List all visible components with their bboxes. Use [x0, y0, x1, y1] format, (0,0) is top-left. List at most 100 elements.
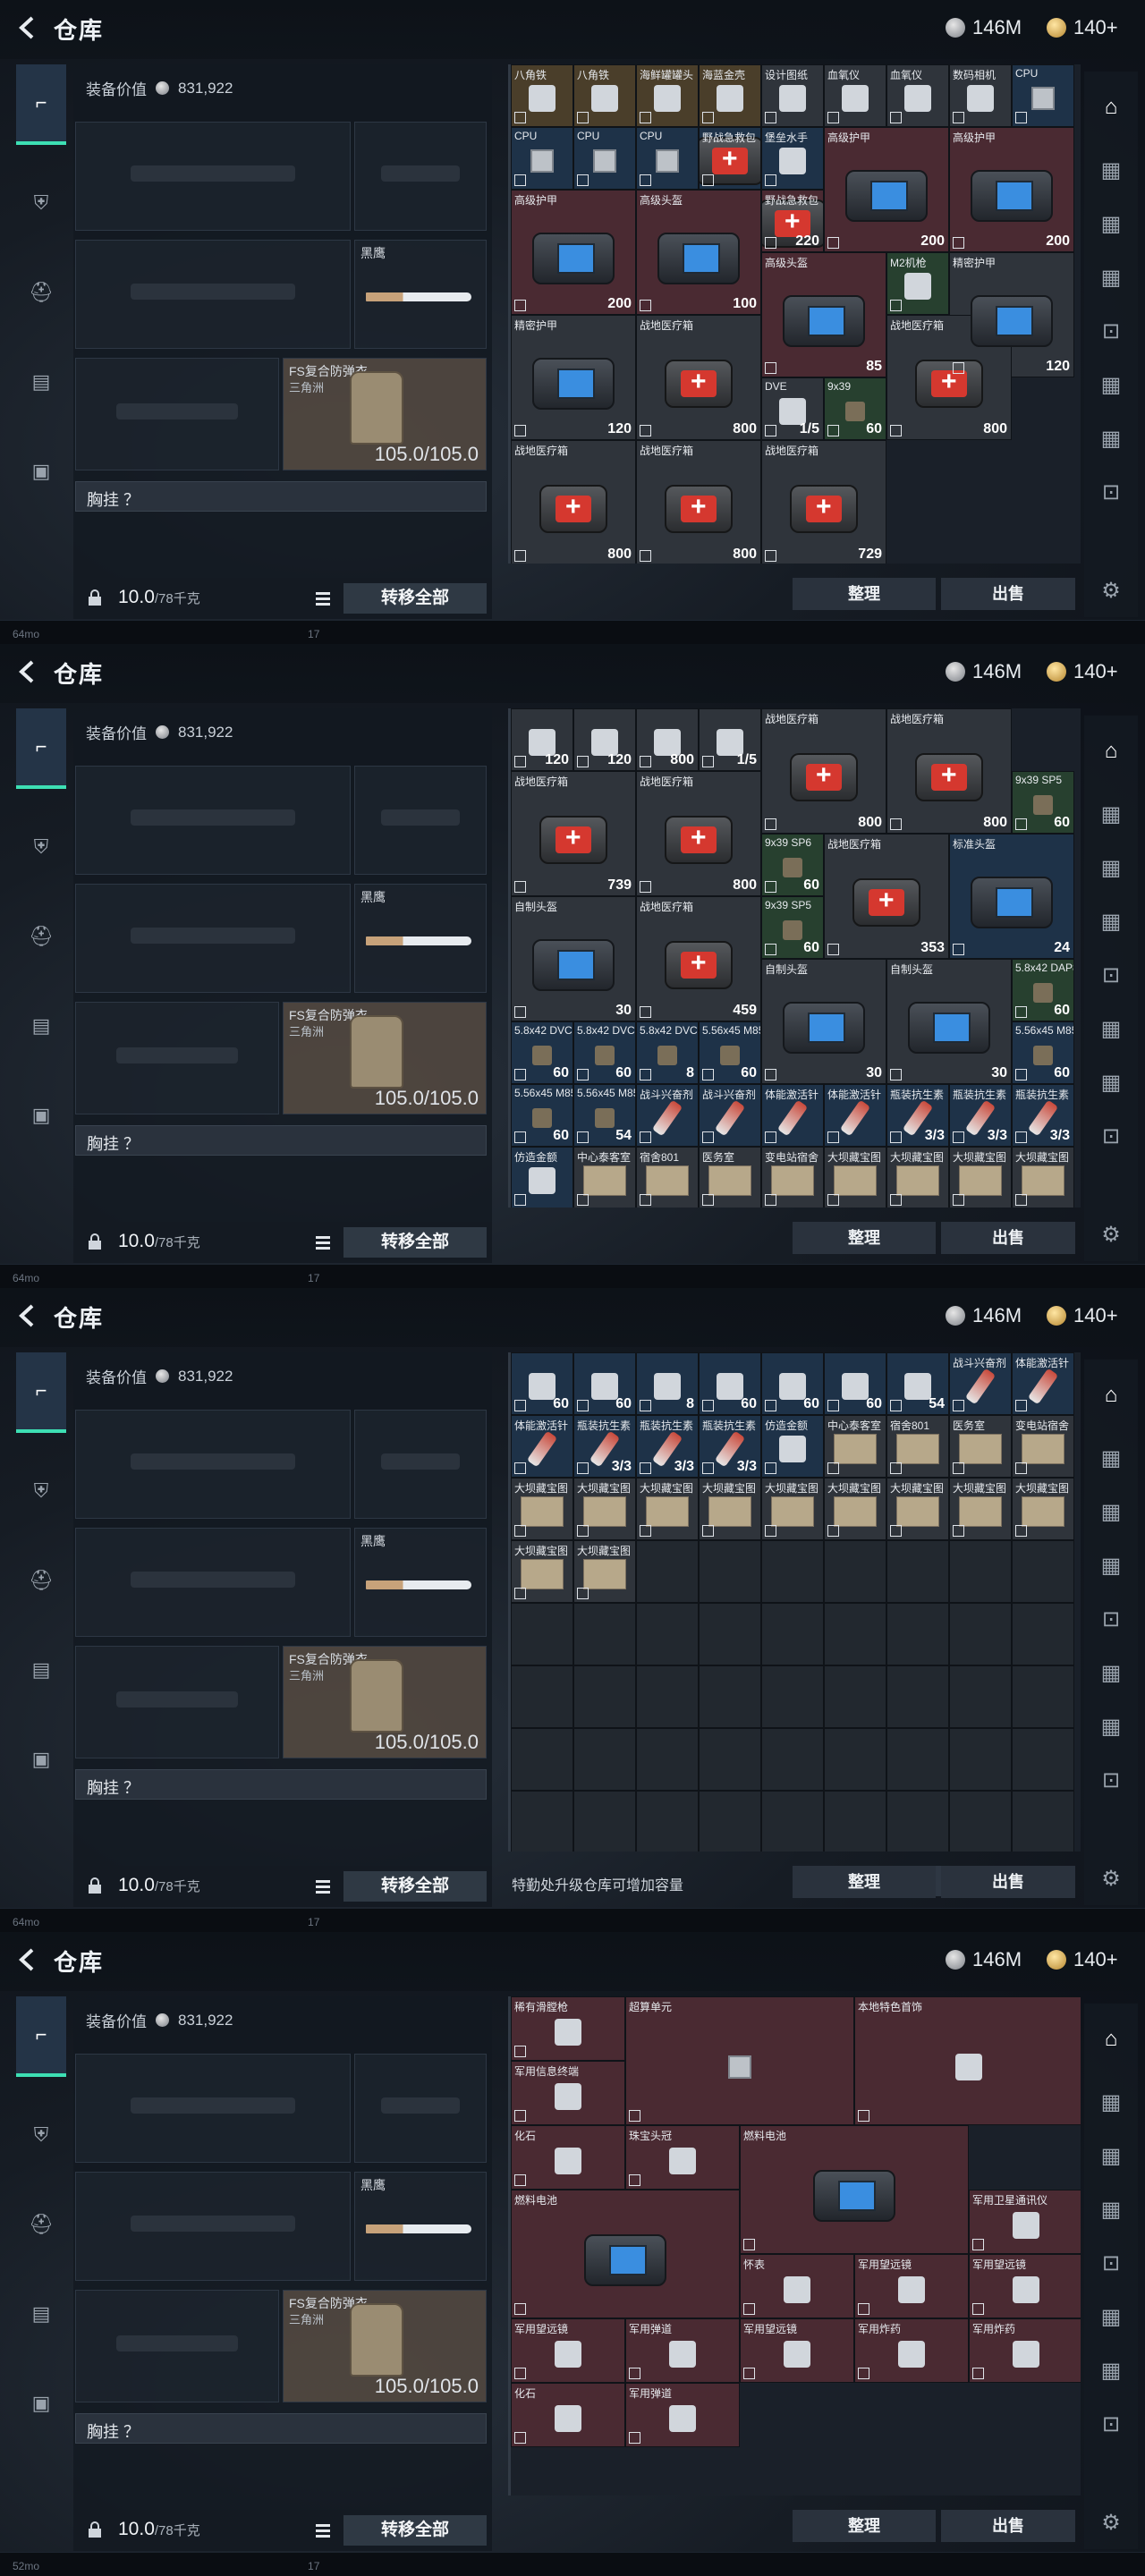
chest-rig-slot[interactable]: 胸挂 ？ [75, 1769, 487, 1800]
stash-item[interactable]: 军用炸药 [969, 2318, 1081, 2383]
stash-item[interactable]: 军用望远镜 [969, 2254, 1081, 2318]
nav-backpack[interactable]: ▣ [16, 1075, 66, 1156]
stash-item[interactable]: 战地医疗箱 800 [636, 315, 761, 440]
stash-item[interactable]: 5.56x45 M855 60 [1012, 1021, 1074, 1084]
stash-item[interactable]: CPU [573, 127, 636, 190]
storage-tab-1[interactable]: ▦ [1093, 1440, 1129, 1476]
helmet-slot[interactable] [75, 358, 279, 470]
stash-item[interactable]: 大坝藏宝图 [699, 1478, 761, 1540]
empty-slot[interactable] [824, 1791, 886, 1852]
stash-item[interactable]: 野战急救包 [699, 127, 761, 190]
empty-slot[interactable] [761, 1791, 824, 1852]
nav-backpack[interactable]: ▣ [16, 431, 66, 512]
storage-tab-4[interactable]: ⊡ [1093, 1601, 1129, 1637]
melee-slot[interactable]: 黑鹰 [354, 1528, 487, 1637]
stash-item[interactable]: 野战急救包 220 [761, 190, 824, 252]
nav-rig[interactable]: ▤ [16, 986, 66, 1066]
nav-armor[interactable]: ⛨ [16, 807, 66, 887]
stash-item[interactable]: 120 [573, 708, 636, 771]
gold-currency[interactable]: 140+ [1047, 1304, 1118, 1327]
stash-item[interactable]: 军用炸药 [854, 2318, 969, 2383]
storage-tab-5[interactable]: ▦ [1093, 1655, 1129, 1690]
stash-item[interactable]: 八角铁 [511, 64, 573, 127]
stash-item[interactable]: 高级护甲 200 [949, 127, 1074, 252]
nav-armor[interactable]: ⛨ [16, 163, 66, 243]
stash-item[interactable]: 瓶装抗生素 3/3 [1012, 1084, 1074, 1147]
stash-item[interactable]: 战地医疗箱 800 [636, 440, 761, 564]
stash-item[interactable]: 大坝藏宝图 [636, 1478, 699, 1540]
chest-rig-slot[interactable]: 胸挂 ？ [75, 481, 487, 512]
stash-item[interactable]: 燃料电池 [511, 2190, 740, 2318]
nav-weapons[interactable]: ⌐ [16, 1996, 66, 2077]
stash-item[interactable]: 60 [761, 1352, 824, 1415]
stash-item[interactable]: 60 [511, 1352, 573, 1415]
storage-tab-5[interactable]: ▦ [1093, 2299, 1129, 2334]
stash-item[interactable]: 自制头盔 30 [761, 959, 886, 1084]
stash-item[interactable]: 超算单元 [625, 1996, 854, 2125]
storage-tab-1[interactable]: ▦ [1093, 152, 1129, 188]
empty-slot[interactable] [636, 1728, 699, 1791]
melee-slot[interactable]: 黑鹰 [354, 884, 487, 993]
nav-helmet[interactable]: ⛑ [16, 252, 66, 333]
empty-slot[interactable] [1012, 1791, 1074, 1852]
settings-button[interactable]: ⚙ [1093, 2504, 1129, 2540]
storage-tab-5[interactable]: ▦ [1093, 1011, 1129, 1046]
nav-armor[interactable]: ⛨ [16, 1451, 66, 1531]
melee-slot[interactable]: 黑鹰 [354, 2172, 487, 2281]
stash-item[interactable]: 高级头盔 85 [761, 252, 886, 377]
stash-item[interactable]: 大坝藏宝图 [824, 1478, 886, 1540]
gold-currency[interactable]: 140+ [1047, 16, 1118, 39]
stash-item[interactable]: 大坝藏宝图 [573, 1478, 636, 1540]
nav-helmet[interactable]: ⛑ [16, 1540, 66, 1621]
empty-slot[interactable] [699, 1603, 761, 1665]
stash-item[interactable]: 5.8x42 DVC88 8 [636, 1021, 699, 1084]
stash-item[interactable]: 1/5 [699, 708, 761, 771]
transfer-all-button[interactable]: 转移全部 [344, 1227, 487, 1258]
stash-item[interactable]: 5.56x45 M855 54 [573, 1084, 636, 1147]
armor-slot[interactable]: FS复合防弹衣 三角洲 105.0/105.0 [283, 358, 487, 470]
gold-currency[interactable]: 140+ [1047, 1948, 1118, 1971]
stash-item[interactable]: 8 [636, 1352, 699, 1415]
list-view-button[interactable] [311, 1231, 335, 1254]
sell-button[interactable]: 出售 [941, 2510, 1075, 2542]
stash-item[interactable]: 战斗兴奋剂 [699, 1084, 761, 1147]
empty-slot[interactable] [636, 1603, 699, 1665]
stash-item[interactable]: 军用信息终端 [511, 2061, 625, 2125]
stash-item[interactable]: 自制头盔 30 [886, 959, 1012, 1084]
back-button[interactable] [13, 657, 43, 687]
empty-slot[interactable] [699, 1665, 761, 1728]
secondary-weapon-slot[interactable] [75, 884, 351, 993]
nav-armor[interactable]: ⛨ [16, 2095, 66, 2175]
stash-item[interactable]: 60 [699, 1352, 761, 1415]
empty-slot[interactable] [1012, 1728, 1074, 1791]
stash-item[interactable]: 9x39 SP5 60 [761, 896, 824, 959]
stash-item[interactable]: 大坝藏宝图 [949, 1147, 1012, 1208]
stash-item[interactable]: 大坝藏宝图 [824, 1147, 886, 1208]
empty-slot[interactable] [511, 1665, 573, 1728]
empty-slot[interactable] [949, 1665, 1012, 1728]
stash-item[interactable]: 瓶装抗生素 3/3 [886, 1084, 949, 1147]
stash-item[interactable]: 军用望远镜 [854, 2254, 969, 2318]
empty-slot[interactable] [511, 1791, 573, 1852]
stash-item[interactable]: 大坝藏宝图 [949, 1478, 1012, 1540]
stash-item[interactable]: 5.8x42 DAP88 60 [1012, 959, 1074, 1021]
stash-item[interactable]: 高级护甲 200 [824, 127, 949, 252]
empty-slot[interactable] [636, 1540, 699, 1603]
back-button[interactable] [13, 13, 43, 43]
storage-tab-4[interactable]: ⊡ [1093, 957, 1129, 993]
stash-item[interactable]: 800 [636, 708, 699, 771]
stash-item[interactable]: 战斗兴奋剂 [949, 1352, 1012, 1415]
stash-item[interactable]: 5.8x42 DVC88 60 [511, 1021, 573, 1084]
storage-tab-3[interactable]: ▦ [1093, 259, 1129, 295]
stash-item[interactable]: 54 [886, 1352, 949, 1415]
stash-item[interactable]: 变电站宿舍 [761, 1147, 824, 1208]
stash-item[interactable]: 海鲜罐罐头 [636, 64, 699, 127]
stash-item[interactable]: 八角铁 [573, 64, 636, 127]
stash-item[interactable]: 军用弹道 [625, 2318, 740, 2383]
chest-rig-slot[interactable]: 胸挂 ？ [75, 1125, 487, 1156]
empty-slot[interactable] [886, 1540, 949, 1603]
stash-item[interactable]: 自制头盔 30 [511, 896, 636, 1021]
empty-slot[interactable] [699, 1728, 761, 1791]
list-view-button[interactable] [311, 2519, 335, 2542]
nav-weapons[interactable]: ⌐ [16, 1352, 66, 1433]
